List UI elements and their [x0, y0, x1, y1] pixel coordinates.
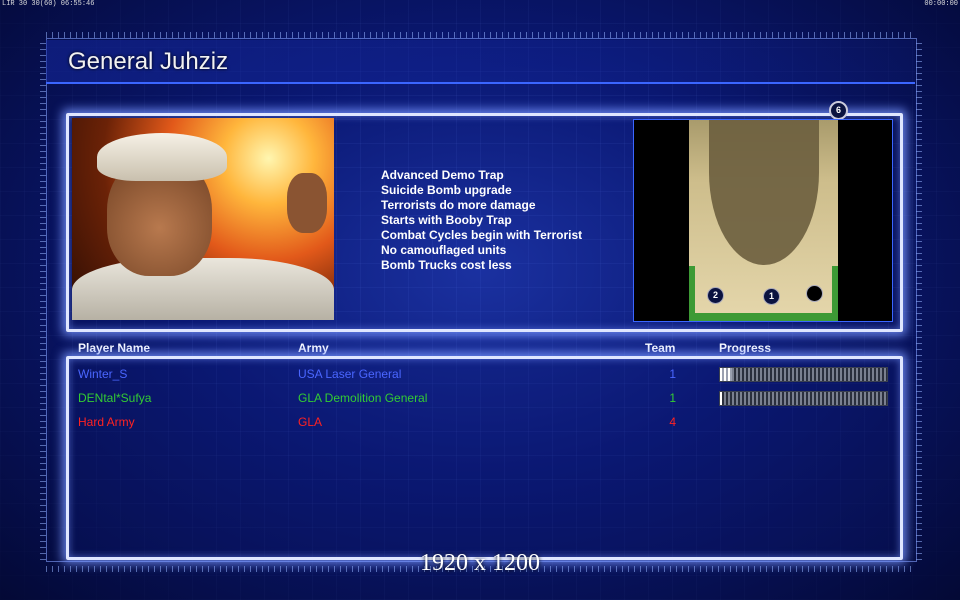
map-preview: 2 1 [633, 119, 893, 322]
general-title: General Juhziz [68, 48, 229, 75]
player-army: GLA Demolition General [298, 391, 428, 405]
player-count-badge: 6 [829, 101, 848, 120]
feature-item: Combat Cycles begin with Terrorist [381, 228, 583, 242]
status-bar-left: LIR 30 30(60) 06:55:46 [2, 0, 95, 8]
portrait-hand [287, 173, 327, 233]
feature-item: Terrorists do more damage [381, 198, 536, 212]
player-name: Winter_S [78, 367, 128, 381]
portrait-headwrap [97, 133, 227, 181]
players-panel [66, 356, 903, 560]
start-position-marker[interactable]: 2 [707, 287, 724, 304]
header-progress: Progress [719, 341, 772, 355]
player-army: USA Laser General [298, 367, 402, 381]
map-ridge [709, 120, 819, 265]
header-player-name: Player Name [78, 341, 151, 355]
map-grass-left [689, 266, 695, 321]
header-army: Army [298, 341, 329, 355]
player-team: 4 [669, 415, 676, 429]
loading-progress-bar [719, 391, 888, 406]
feature-item: Bomb Trucks cost less [381, 258, 512, 272]
progress-fill [720, 392, 722, 405]
feature-item: Starts with Booby Trap [381, 213, 512, 227]
loading-progress-bar [719, 367, 888, 382]
map-grass-bottom [689, 313, 838, 321]
table-row: DENtal*Sufya GLA Demolition General 1 [0, 388, 960, 408]
status-bar-right: 00:00:00 [924, 0, 958, 8]
portrait-body [72, 258, 334, 320]
player-team: 1 [669, 391, 676, 405]
progress-fill [720, 368, 732, 381]
table-row: Hard Army GLA 4 [0, 412, 960, 432]
title-bar: General Juhziz [46, 40, 915, 84]
start-position-marker[interactable]: 1 [763, 288, 780, 305]
feature-item: No camouflaged units [381, 243, 507, 257]
start-position-marker[interactable] [806, 285, 823, 302]
header-team: Team [645, 341, 676, 355]
player-name: DENtal*Sufya [78, 391, 152, 405]
general-features-list: Advanced Demo Trap Suicide Bomb upgrade … [381, 168, 582, 273]
table-row: Winter_S USA Laser General 1 [0, 364, 960, 384]
player-army: GLA [298, 415, 323, 429]
feature-item: Advanced Demo Trap [381, 168, 504, 182]
status-bar: LIR 30 30(60) 06:55:46 00:00:00 [0, 0, 960, 8]
feature-item: Suicide Bomb upgrade [381, 183, 512, 197]
map-grass-right [832, 266, 838, 321]
resolution-label: 1920 x 1200 [420, 550, 540, 576]
player-name: Hard Army [78, 415, 135, 429]
player-team: 1 [669, 367, 676, 381]
general-portrait [72, 118, 334, 320]
